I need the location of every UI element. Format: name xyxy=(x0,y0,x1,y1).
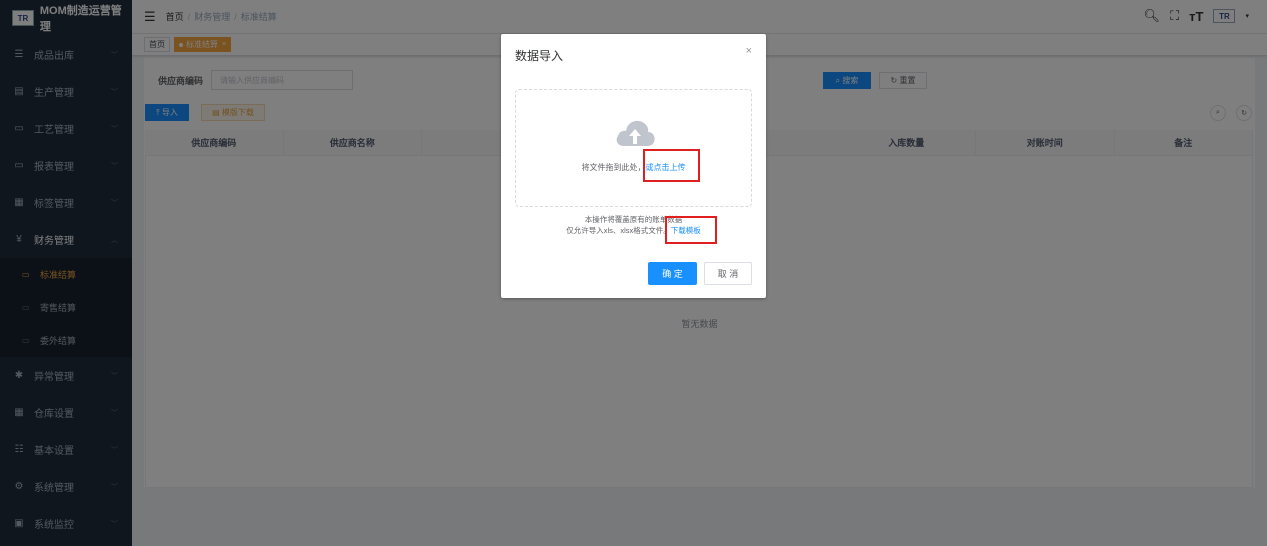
highlight-box-download xyxy=(665,216,717,244)
highlight-box-upload xyxy=(643,149,700,182)
cancel-button[interactable]: 取 消 xyxy=(704,262,752,285)
close-icon[interactable]: × xyxy=(746,45,752,57)
upload-dropzone[interactable]: 将文件拖到此处，或点击上传 xyxy=(515,89,752,207)
cloud-upload-icon xyxy=(616,120,655,146)
confirm-button[interactable]: 确 定 xyxy=(648,262,697,285)
upload-text: 将文件拖到此处，或点击上传 xyxy=(581,163,686,172)
import-dialog: 数据导入 × 将文件拖到此处，或点击上传 本操作将覆盖原有的账单数据 仅允许导入… xyxy=(501,34,766,298)
dialog-title: 数据导入 xyxy=(515,49,564,63)
